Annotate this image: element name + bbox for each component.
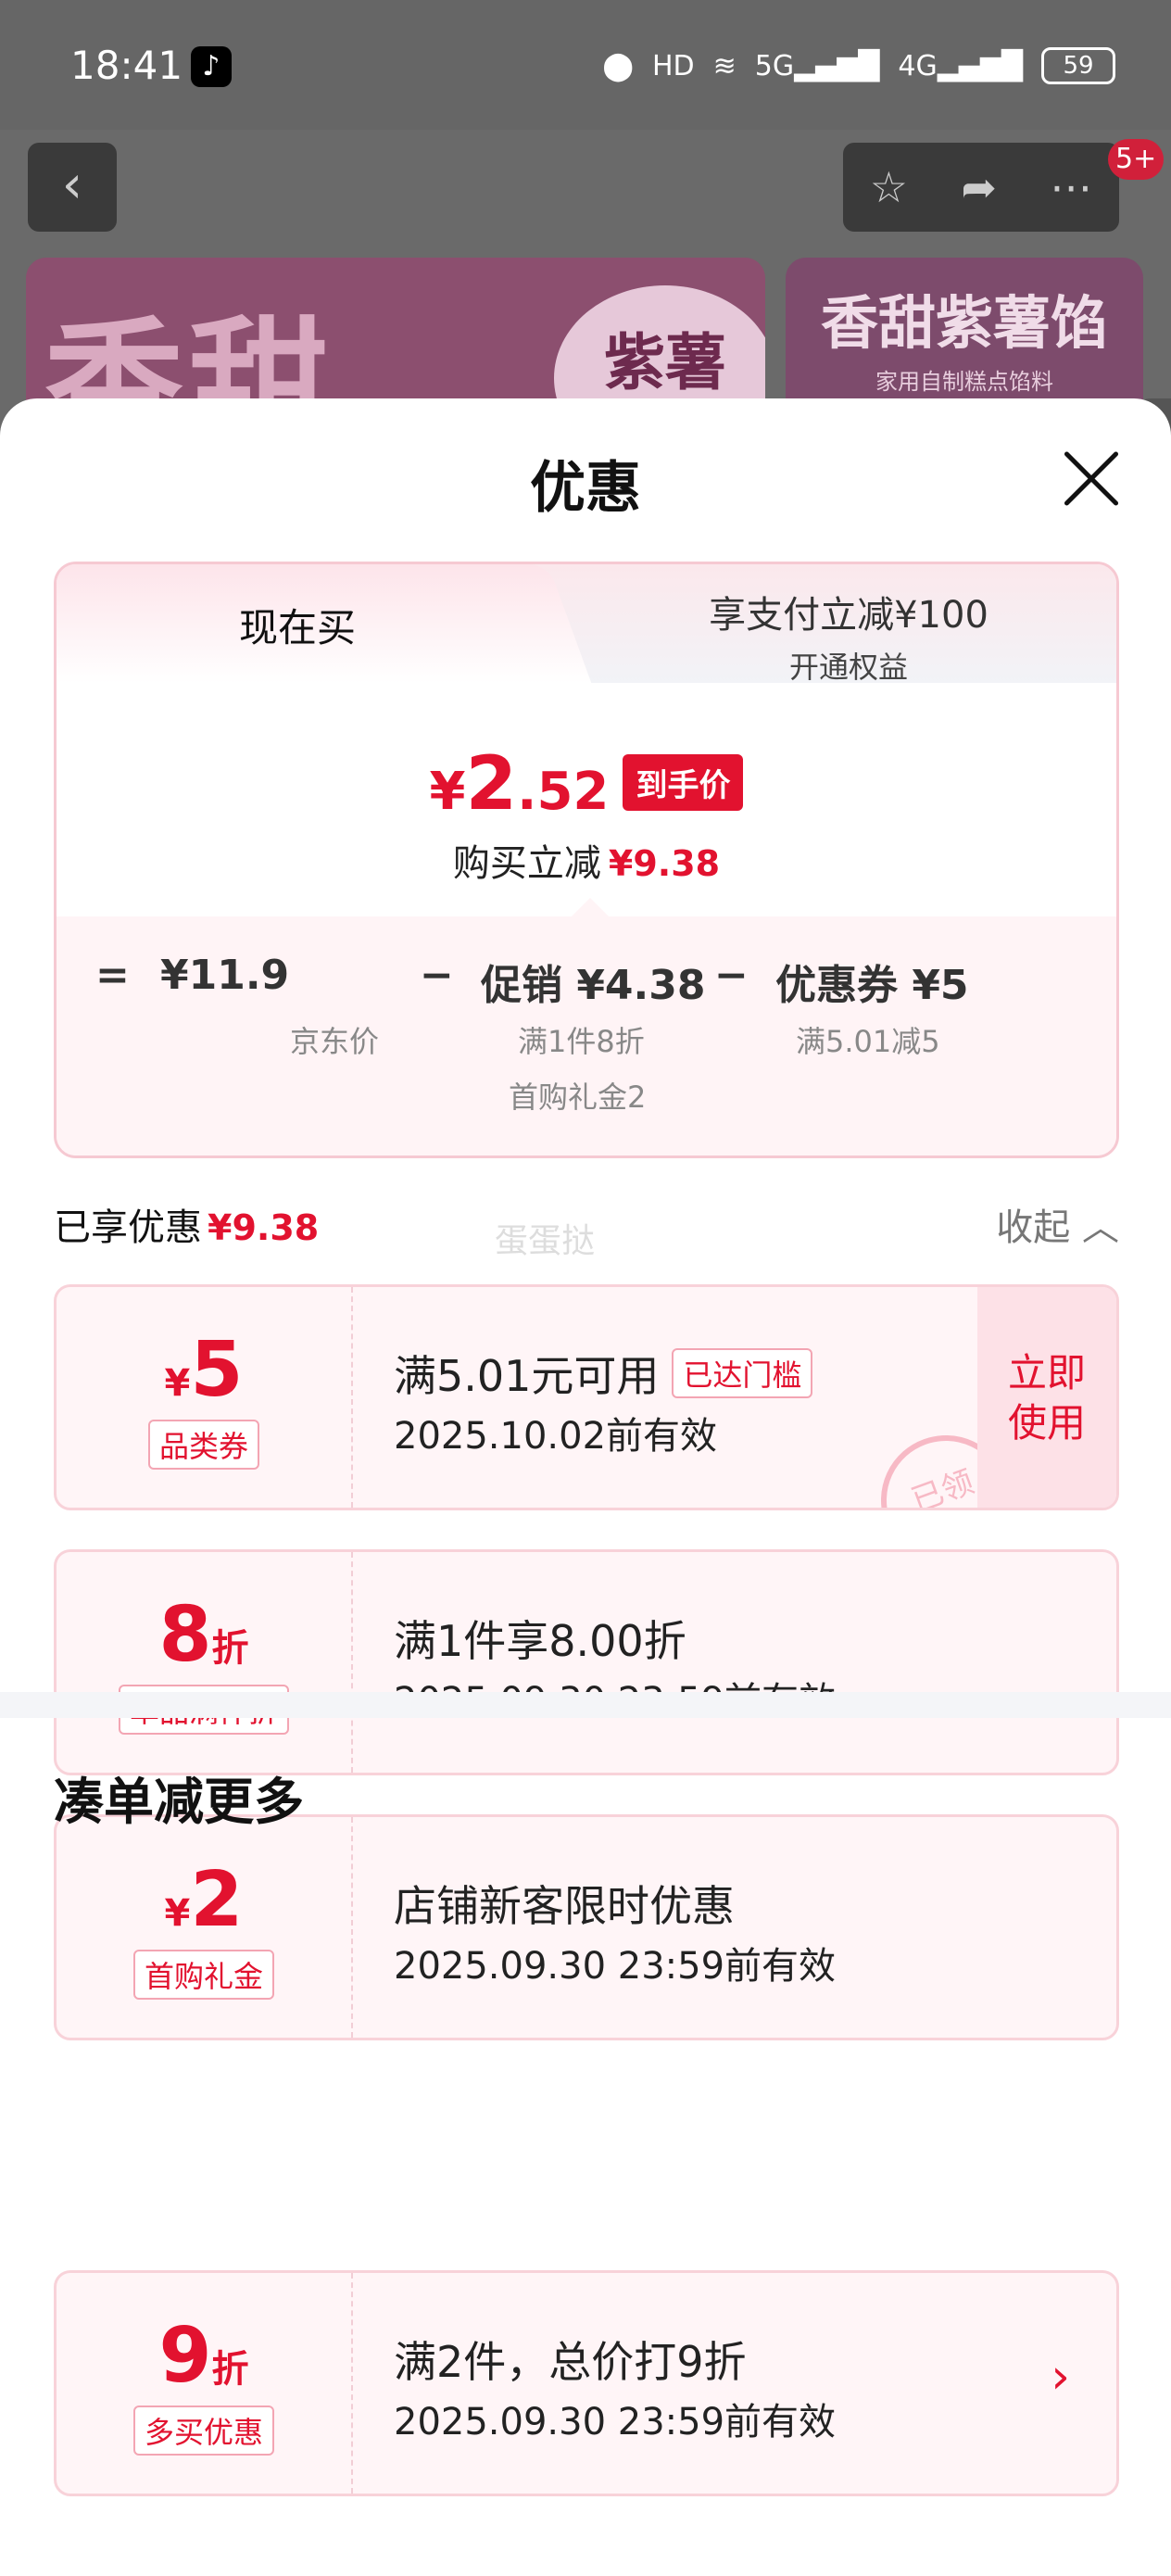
nav-actions: ☆ ➦ ⋯: [843, 143, 1119, 232]
coupon-kind: 品类券: [147, 1420, 259, 1470]
coupon-category: ¥5 品类券 满5.01元可用 已达门槛 2025.10.02前有效 已领 立即使…: [54, 1284, 1119, 1510]
enjoyed-label: 已享优惠: [54, 1206, 202, 1249]
promo-detail: 满1件8折: [518, 1024, 645, 1059]
coupon-detail: 满5.01减5: [796, 1024, 940, 1059]
minus-sign: −: [420, 952, 454, 999]
tab-payment-benefit-subtitle: 开通权益: [788, 650, 908, 685]
watermark: 蛋蛋挞: [495, 1222, 596, 1260]
banner2-subtitle: 家用自制糕点馅料: [875, 369, 1053, 395]
threshold-met-badge: 已达门槛: [672, 1348, 813, 1398]
coupon-condition: 满2件，总价打9折: [394, 2337, 747, 2387]
wifi-icon: ≋: [712, 49, 737, 82]
coupon-value: ¥2: [57, 1856, 351, 1944]
more-icon[interactable]: ⋯: [1050, 162, 1092, 212]
minus-sign: −: [714, 952, 749, 999]
coupon-amount: 优惠券 ¥5: [775, 962, 969, 1009]
collapse-toggle[interactable]: 收起 ︿: [996, 1197, 1119, 1251]
notification-badge: 5+: [1108, 139, 1165, 180]
collapse-label: 收起: [996, 1206, 1071, 1249]
tab-payment-benefit-title: 享支付立减¥100: [709, 594, 988, 637]
status-icons: ⬤ HD ≋ 5G▂▄▆█ 4G▂▄▆█ 59: [602, 43, 1115, 89]
banner2-title: 香甜紫薯馅: [820, 289, 1108, 357]
hd-icon: HD: [651, 49, 695, 82]
4g-signal-icon: 4G▂▄▆█: [898, 49, 1023, 82]
coupon-condition: 满5.01元可用 已达门槛: [394, 1343, 813, 1404]
location-icon: ⬤: [602, 49, 634, 82]
coupon-amount-number: 8: [158, 1591, 212, 1679]
price-card: 现在买 享支付立减¥100 开通权益 ¥2.52 到手价 购买立减 ¥9.38 =…: [54, 562, 1119, 1158]
coupon-value-block: ¥2 首购礼金: [57, 1817, 353, 2038]
final-price: ¥2.52 到手价: [57, 740, 1116, 827]
coupon-currency: ¥: [164, 1892, 191, 1935]
more-deals-title: 凑单减更多: [54, 1773, 304, 1831]
coupon-amount-number: 2: [190, 1856, 244, 1944]
chevron-up-icon: ︿: [1082, 1206, 1119, 1249]
equals-sign: =: [95, 952, 130, 999]
coupon-suffix: 折: [211, 2348, 249, 2391]
discount-sheet: 优惠 现在买 享支付立减¥100 开通权益 ¥2.52 到手价 购买立减 ¥9.3…: [0, 398, 1171, 2576]
coupon-first-purchase: ¥2 首购礼金 店铺新客限时优惠 2025.09.30 23:59前有效: [54, 1814, 1119, 2040]
purchase-reduction: 购买立减 ¥9.38: [57, 833, 1116, 887]
star-icon[interactable]: ☆: [870, 162, 908, 212]
coupon-value: 8折: [57, 1591, 351, 1679]
status-time: 18:41: [70, 43, 183, 88]
price-currency: ¥: [429, 762, 466, 822]
price-decimal: .52: [517, 762, 610, 822]
coupon-amount-number: 5: [190, 1326, 244, 1414]
jd-price: ¥11.9: [160, 952, 290, 999]
promo-amount: 促销 ¥4.38: [481, 962, 706, 1009]
coupon-validity: 2025.10.02前有效: [394, 1415, 718, 1458]
price-breakdown: = ¥11.9 − 促销 ¥4.38 − 优惠券 ¥5 京东价 满1件8折 首购…: [57, 898, 1116, 1155]
price-integer: 2: [465, 740, 518, 827]
close-icon[interactable]: [1062, 448, 1121, 508]
coupon-validity: 2025.09.30 23:59前有效: [394, 2401, 837, 2443]
tab-payment-benefit[interactable]: 享支付立减¥100 开通权益: [575, 585, 1116, 687]
coupon-value-block: 8折 单品满件折: [57, 1552, 353, 1773]
coupon-validity: 2025.09.30 23:59前有效: [394, 1945, 837, 1988]
enjoyed-amount: ¥9.38: [208, 1207, 320, 1248]
status-bar: 18:41 ♪ ⬤ HD ≋ 5G▂▄▆█ 4G▂▄▆█ 59: [0, 0, 1171, 130]
battery-indicator: 59: [1041, 47, 1115, 84]
reduction-amount: ¥9.38: [608, 843, 721, 884]
coupon-item-discount: 8折 单品满件折 满1件享8.00折 2025.09.30 23:59前有效: [54, 1549, 1119, 1775]
coupon-value-block: 9折 多买优惠: [57, 2273, 353, 2494]
coupon-value-block: ¥5 品类券: [57, 1287, 353, 1508]
final-price-tag: 到手价: [623, 754, 744, 811]
tab-buy-now[interactable]: 现在买: [57, 564, 538, 683]
chevron-right-icon[interactable]: ›: [1051, 2349, 1070, 2405]
use-now-button[interactable]: 立即 使用: [977, 1287, 1116, 1508]
back-button[interactable]: ‹: [28, 143, 117, 232]
coupon-condition-text: 满5.01元可用: [394, 1351, 660, 1401]
jd-price-label: 京东价: [290, 1024, 380, 1059]
coupon-value: ¥5: [57, 1326, 351, 1414]
sheet-title: 优惠: [530, 456, 641, 521]
coupon-currency: ¥: [164, 1362, 191, 1405]
price-tabs: 现在买 享支付立减¥100 开通权益: [57, 564, 1116, 685]
chevron-left-icon: ‹: [61, 155, 83, 215]
share-icon[interactable]: ➦: [961, 162, 997, 212]
coupon-amount-number: 9: [158, 2312, 212, 2400]
coupon-condition: 店铺新客限时优惠: [394, 1881, 735, 1931]
5g-signal-icon: 5G▂▄▆█: [754, 49, 880, 82]
coupon-kind: 首购礼金: [132, 1950, 274, 2000]
tiktok-icon: ♪: [191, 46, 232, 87]
coupon-condition: 满1件享8.00折: [394, 1616, 686, 1666]
section-divider: [0, 1692, 1171, 1718]
enjoyed-discount: 已享优惠 ¥9.38: [54, 1197, 319, 1251]
coupon-multi-buy[interactable]: 9折 多买优惠 满2件，总价打9折 2025.09.30 23:59前有效 ›: [54, 2270, 1119, 2496]
coupon-value: 9折: [57, 2312, 351, 2400]
coupon-kind: 多买优惠: [132, 2406, 274, 2456]
first-purchase-detail: 首购礼金2: [509, 1080, 647, 1115]
reduction-label: 购买立减: [452, 842, 601, 885]
coupon-suffix: 折: [211, 1627, 249, 1670]
